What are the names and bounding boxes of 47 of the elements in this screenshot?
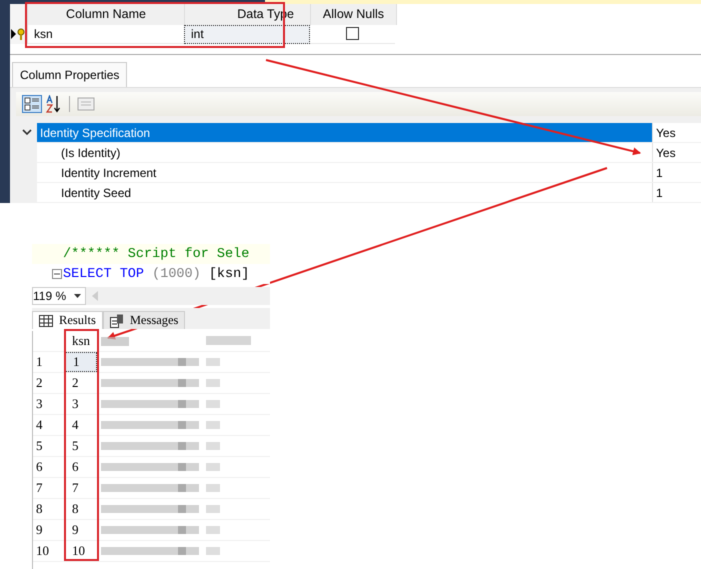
sort-alphabetical-icon[interactable]	[46, 95, 62, 113]
results-tab[interactable]: Messages	[102, 311, 186, 329]
table-cell[interactable]: 4	[65, 415, 97, 435]
table-cell[interactable]: 6	[65, 457, 97, 477]
categorized-icon[interactable]	[22, 95, 42, 113]
primary-key-icon	[11, 28, 27, 40]
property-value: 1	[652, 163, 701, 182]
table-cell[interactable]: 3	[65, 394, 97, 414]
code-line: SELECT TOP (1000) [ksn]	[63, 266, 250, 282]
table-cell[interactable]: 2	[65, 373, 97, 393]
results-tab[interactable]: Results	[32, 311, 103, 329]
row-number: 2	[35, 374, 44, 392]
row-number: 6	[35, 458, 44, 476]
row-number: 7	[35, 479, 44, 497]
property-name[interactable]: Identity Specification	[37, 123, 652, 142]
row-number: 10	[35, 542, 50, 560]
table-cell[interactable]: 1	[65, 352, 97, 372]
property-name[interactable]: Identity Increment	[37, 163, 652, 182]
data-type-cell[interactable]: int	[184, 24, 310, 44]
caret-icon	[74, 294, 82, 298]
table-cell[interactable]: 7	[65, 478, 97, 498]
property-value: 1	[652, 183, 701, 202]
table-cell[interactable]: 8	[65, 499, 97, 519]
table-cell[interactable]: 10	[65, 541, 97, 561]
row-number: 1	[35, 353, 44, 371]
row-number: 4	[35, 416, 44, 434]
table-cell[interactable]: 9	[65, 520, 97, 540]
collapse-icon[interactable]	[52, 269, 62, 279]
column-properties-tab[interactable]: Column Properties	[12, 62, 128, 87]
row-number: 8	[35, 500, 44, 518]
chevron-icon[interactable]	[22, 129, 32, 136]
row-number: 3	[35, 395, 44, 413]
column-header: Allow Nulls	[311, 4, 397, 25]
table-cell[interactable]: 5	[65, 436, 97, 456]
code-line: /****** Script for Sele	[63, 246, 250, 262]
column-header: Column Name	[28, 4, 185, 25]
property-name[interactable]: Identity Seed	[37, 183, 652, 202]
grid-icon	[39, 314, 53, 326]
row-number: 9	[35, 521, 44, 539]
row-number: 5	[35, 437, 44, 455]
property-name[interactable]: (Is Identity)	[37, 143, 652, 162]
property-value: Yes	[652, 143, 701, 162]
property-value: Yes	[652, 123, 701, 142]
zoom-dropdown[interactable]: 119 %	[32, 287, 86, 305]
messages-icon	[110, 314, 124, 328]
allow-nulls-checkbox[interactable]	[346, 27, 359, 40]
column-header: ksn	[71, 332, 92, 350]
